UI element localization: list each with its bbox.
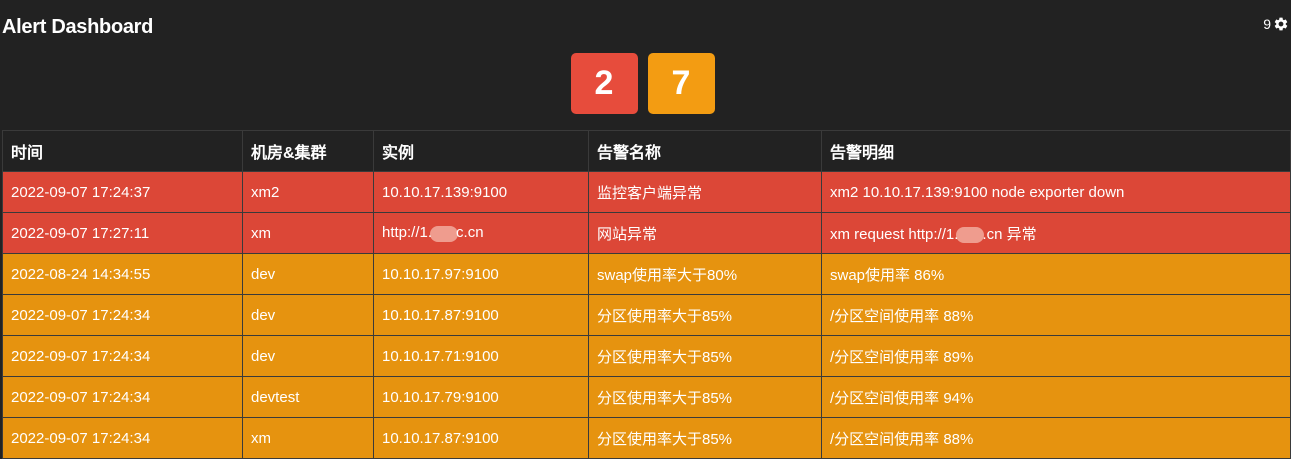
cell-cluster: xm [242,212,374,254]
gear-icon [1273,16,1289,32]
column-header-time[interactable]: 时间 [2,130,243,172]
cell-instance: 10.10.17.79:9100 [373,376,589,418]
cell-alert-detail: /分区空间使用率 89% [821,335,1291,377]
cell-cluster: devtest [242,376,374,418]
table-row[interactable]: 2022-09-07 17:27:11 xm http://1. c.cn 网站异… [2,212,1291,254]
cell-alert-name: 分区使用率大于85% [588,376,822,418]
cell-alert-name: 监控客户端异常 [588,171,822,213]
cell-time: 2022-09-07 17:24:34 [2,417,243,459]
cell-instance: 10.10.17.97:9100 [373,253,589,295]
warning-count-badge[interactable]: 7 [647,53,715,114]
column-header-instance[interactable]: 实例 [373,130,589,172]
cell-cluster: xm [242,417,374,459]
critical-count-badge[interactable]: 2 [570,53,638,114]
cell-alert-detail: /分区空间使用率 88% [821,417,1291,459]
alerts-table: 时间 机房&集群 实例 告警名称 告警明细 2022-09-07 17:24:3… [2,130,1291,459]
cell-alert-name: 分区使用率大于85% [588,294,822,336]
cell-time: 2022-09-07 17:24:37 [2,171,243,213]
cell-time: 2022-08-24 14:34:55 [2,253,243,295]
cell-alert-detail: swap使用率 86% [821,253,1291,295]
dashboard-header: Alert Dashboard 9 2 7 [0,0,1291,114]
cell-alert-detail: /分区空间使用率 88% [821,294,1291,336]
redacted-blur [956,226,985,243]
column-header-alert-detail[interactable]: 告警明细 [821,130,1291,172]
page-title: Alert Dashboard [2,16,154,38]
cell-cluster: dev [242,294,374,336]
table-row[interactable]: 2022-08-24 14:34:55 dev 10.10.17.97:9100… [2,253,1291,295]
column-header-alert-name[interactable]: 告警名称 [588,130,822,172]
table-row[interactable]: 2022-09-07 17:24:37 xm2 10.10.17.139:910… [2,171,1291,213]
cell-time: 2022-09-07 17:24:34 [2,376,243,418]
cell-alert-detail: xm request http://1. .cn 异常 [821,212,1291,254]
cell-alert-name: swap使用率大于80% [588,253,822,295]
table-row[interactable]: 2022-09-07 17:24:34 devtest 10.10.17.79:… [2,376,1291,418]
table-row[interactable]: 2022-09-07 17:24:34 dev 10.10.17.71:9100… [2,335,1291,377]
redacted-blur [430,225,459,242]
cell-time: 2022-09-07 17:27:11 [2,212,243,254]
cell-instance: 10.10.17.87:9100 [373,417,589,459]
cell-cluster: dev [242,335,374,377]
cell-alert-detail: /分区空间使用率 94% [821,376,1291,418]
table-row[interactable]: 2022-09-07 17:24:34 dev 10.10.17.87:9100… [2,294,1291,336]
cell-instance: 10.10.17.71:9100 [373,335,589,377]
column-header-cluster[interactable]: 机房&集群 [242,130,374,172]
cell-cluster: dev [242,253,374,295]
cell-time: 2022-09-07 17:24:34 [2,294,243,336]
detail-text-prefix: xm request http://1. [830,225,959,243]
cell-alert-name: 分区使用率大于85% [588,335,822,377]
cell-cluster: xm2 [242,171,374,213]
instance-text-suffix: c.cn [456,224,484,242]
cell-instance: 10.10.17.87:9100 [373,294,589,336]
table-header-row: 时间 机房&集群 实例 告警名称 告警明细 [2,130,1291,172]
cell-alert-name: 分区使用率大于85% [588,417,822,459]
cell-alert-name: 网站异常 [588,212,822,254]
cell-instance: 10.10.17.139:9100 [373,171,589,213]
cell-instance: http://1. c.cn [373,212,589,254]
settings-button[interactable]: 9 [1263,16,1289,32]
alert-counters: 2 7 [0,53,1291,114]
cell-time: 2022-09-07 17:24:34 [2,335,243,377]
instance-text-prefix: http://1. [382,224,433,242]
table-row[interactable]: 2022-09-07 17:24:34 xm 10.10.17.87:9100 … [2,417,1291,459]
detail-text-suffix: .cn 异常 [982,225,1037,243]
cell-alert-detail: xm2 10.10.17.139:9100 node exporter down [821,171,1291,213]
settings-count: 9 [1263,16,1271,32]
